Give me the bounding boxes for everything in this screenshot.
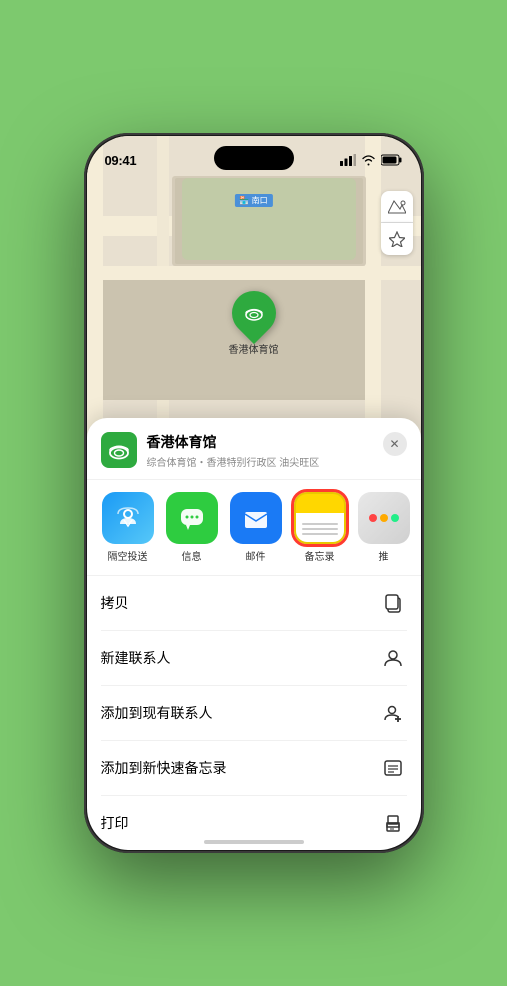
pin-icon: [239, 298, 269, 328]
copy-icon: [379, 589, 407, 617]
note-icon: [379, 754, 407, 782]
home-indicator: [204, 840, 304, 844]
copy-label: 拷贝: [101, 593, 129, 613]
location-button[interactable]: [381, 223, 413, 255]
action-add-existing[interactable]: 添加到现有联系人: [101, 686, 407, 741]
map-type-button[interactable]: [381, 191, 413, 223]
messages-icon: [166, 492, 218, 544]
print-label: 打印: [101, 813, 129, 833]
map-label: 🏪 南口: [234, 194, 272, 207]
dot-yellow: [380, 514, 388, 522]
place-info: 香港体育馆 综合体育馆・香港特别行政区 油尖旺区: [147, 432, 383, 469]
action-copy[interactable]: 拷贝: [101, 576, 407, 631]
person-icon: [379, 644, 407, 672]
dot-green: [391, 514, 399, 522]
status-time: 09:41: [105, 153, 137, 168]
place-header: 香港体育馆 综合体育馆・香港特别行政区 油尖旺区 ✕: [87, 418, 421, 480]
dynamic-island: [214, 146, 294, 170]
close-button[interactable]: ✕: [383, 432, 407, 456]
print-icon: [379, 809, 407, 837]
more-icon: [358, 492, 410, 544]
airdrop-label: 隔空投送: [108, 548, 148, 563]
add-existing-label: 添加到现有联系人: [101, 703, 213, 723]
new-contact-label: 新建联系人: [101, 648, 171, 668]
pin-marker: [222, 282, 284, 344]
airdrop-icon: [102, 492, 154, 544]
battery-icon: [381, 154, 403, 166]
mail-label: 邮件: [246, 548, 266, 563]
phone-frame: 09:41: [84, 133, 424, 853]
wifi-icon: [361, 154, 376, 166]
place-subtitle: 综合体育馆・香港特别行政区 油尖旺区: [147, 454, 383, 469]
share-row: 隔空投送 信息: [87, 480, 421, 576]
notes-line-1: [302, 523, 338, 525]
notes-icon: [294, 492, 346, 544]
share-item-mail[interactable]: 邮件: [229, 492, 283, 563]
phone-inner: 09:41: [87, 136, 421, 850]
dot-red: [369, 514, 377, 522]
close-icon: ✕: [389, 437, 399, 451]
share-item-notes[interactable]: 备忘录: [293, 492, 347, 563]
share-item-messages[interactable]: 信息: [165, 492, 219, 563]
signal-icon: [340, 154, 356, 166]
share-item-more[interactable]: 推: [357, 492, 411, 563]
map-controls[interactable]: [381, 191, 413, 255]
notes-label: 备忘录: [305, 548, 335, 563]
bottom-sheet: 香港体育馆 综合体育馆・香港特别行政区 油尖旺区 ✕: [87, 418, 421, 850]
share-item-airdrop[interactable]: 隔空投送: [101, 492, 155, 563]
place-icon: [101, 432, 137, 468]
notes-line-2: [302, 528, 338, 530]
action-list: 拷贝 新建联系人: [87, 576, 421, 850]
map-label-text: 🏪 南口: [239, 196, 267, 205]
more-label: 推: [379, 548, 389, 563]
notes-line-3: [302, 533, 338, 535]
action-add-notes[interactable]: 添加到新快速备忘录: [101, 741, 407, 796]
place-name: 香港体育馆: [147, 432, 383, 452]
mail-icon: [230, 492, 282, 544]
action-new-contact[interactable]: 新建联系人: [101, 631, 407, 686]
add-notes-label: 添加到新快速备忘录: [101, 758, 227, 778]
notes-lines: [302, 523, 338, 538]
person-add-icon: [379, 699, 407, 727]
status-icons: [340, 154, 403, 166]
location-pin: 香港体育馆: [229, 291, 279, 356]
messages-label: 信息: [182, 548, 202, 563]
